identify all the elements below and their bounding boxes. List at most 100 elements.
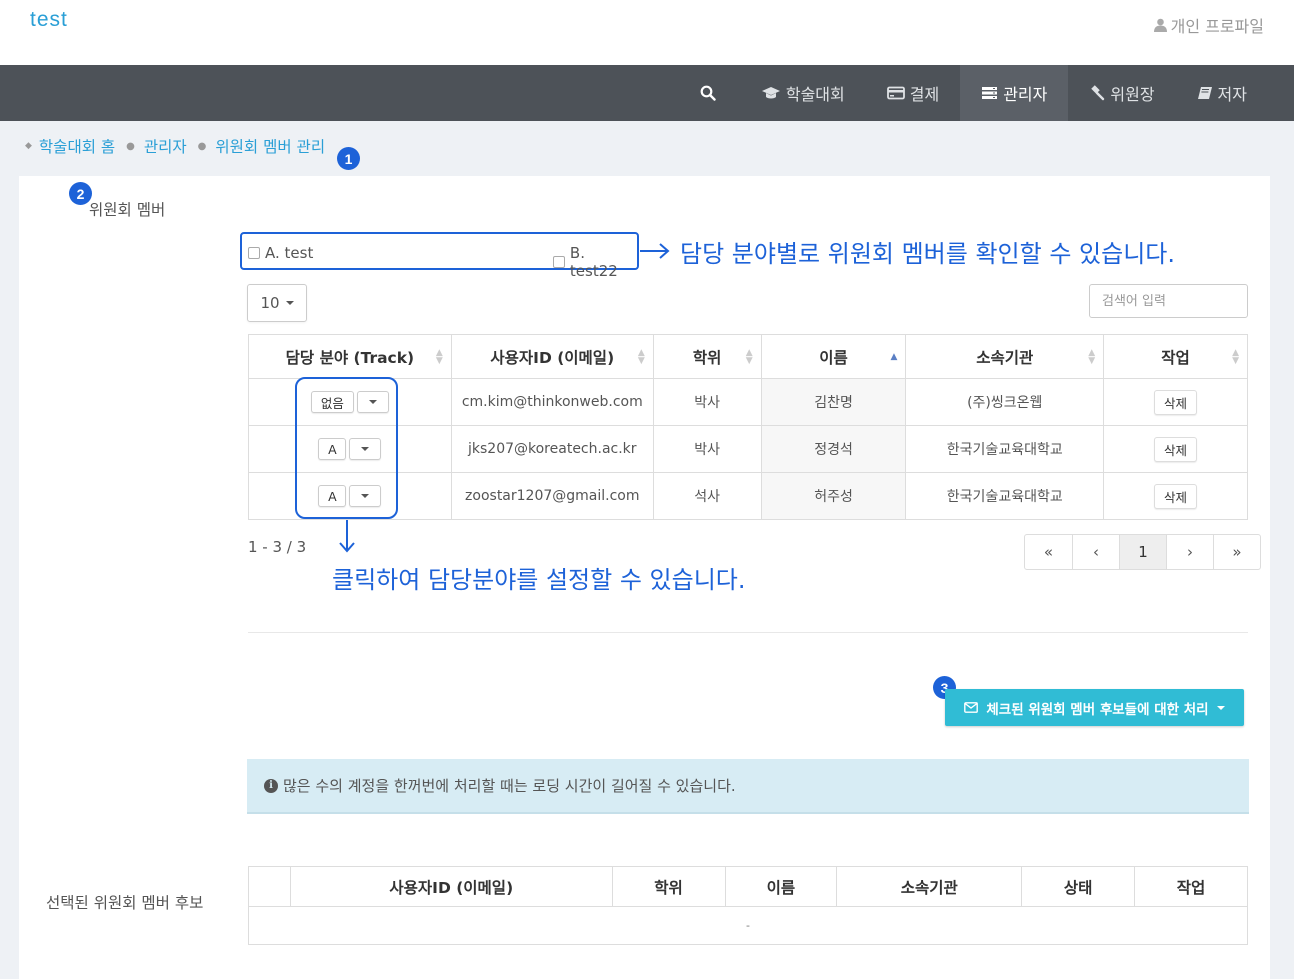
track-cell: A xyxy=(248,472,452,520)
delete-button[interactable]: 삭제 xyxy=(1154,436,1198,462)
sort-icon: ▲ ▼ xyxy=(435,347,443,366)
track-value-button[interactable]: A xyxy=(318,485,347,507)
caret-down-icon xyxy=(361,494,370,498)
nav-author-label: 저자 xyxy=(1217,85,1247,104)
breadcrumb-separator: ● xyxy=(197,140,207,152)
search-input[interactable] xyxy=(1089,284,1248,318)
track-value-button[interactable]: A xyxy=(318,438,347,460)
degree-cell: 박사 xyxy=(652,425,762,473)
column-header-email[interactable]: 사용자ID (이메일) ▲ ▼ xyxy=(450,334,654,379)
page-last-button[interactable]: » xyxy=(1213,535,1260,569)
page-next-button[interactable]: › xyxy=(1166,535,1213,569)
breadcrumb-home[interactable]: 학술대회 홈 xyxy=(39,135,115,157)
candidates-table: 사용자ID (이메일) 학위 이름 소속기관 상태 작업 - xyxy=(248,866,1248,945)
nav-conference[interactable]: 학술대회 xyxy=(740,65,866,121)
track-dropdown[interactable]: A xyxy=(318,438,382,460)
column-header-label: 이름 xyxy=(819,348,848,367)
sort-icon: ▲ ▼ xyxy=(1232,347,1239,366)
server-icon xyxy=(982,87,998,99)
nav-admin[interactable]: 관리자 xyxy=(960,65,1069,121)
caret-down-icon xyxy=(368,400,377,404)
arrow-down-icon xyxy=(339,520,355,553)
track-checkbox-b[interactable]: B. test22 xyxy=(553,244,637,280)
info-alert-text: 많은 수의 계정을 한꺼번에 처리할 때는 로딩 시간이 길어질 수 있습니다. xyxy=(283,777,736,795)
track-toggle-button[interactable] xyxy=(349,485,382,507)
degree-cell: 석사 xyxy=(652,472,762,520)
nav-admin-label: 관리자 xyxy=(1003,85,1048,104)
column-header-degree[interactable]: 학위 ▲ ▼ xyxy=(652,334,762,379)
info-alert: i 많은 수의 계정을 한꺼번에 처리할 때는 로딩 시간이 길어질 수 있습니… xyxy=(247,759,1249,814)
action-cell: 삭제 xyxy=(1103,378,1248,426)
track-dropdown[interactable]: A xyxy=(318,485,382,507)
org-cell: 한국기술교육대학교 xyxy=(905,472,1105,520)
email-cell: jks207@koreatech.ac.kr xyxy=(450,425,654,473)
column-header-name[interactable]: 이름 ▲ xyxy=(760,334,907,379)
envelope-icon xyxy=(964,702,979,713)
column-header-label: 학위 xyxy=(692,348,722,367)
delete-button[interactable]: 삭제 xyxy=(1154,389,1198,415)
checkbox-box[interactable] xyxy=(553,256,565,268)
main-navbar: 학술대회 결제 관리자 위원장 저자 xyxy=(0,65,1294,121)
profile-label: 개인 프로파일 xyxy=(1170,17,1264,36)
track-value-button[interactable]: 없음 xyxy=(310,391,354,413)
column-header-degree: 학위 xyxy=(611,866,726,907)
page-prev-button[interactable]: ‹ xyxy=(1072,535,1119,569)
column-header-label: 사용자ID (이메일) xyxy=(490,348,615,367)
brand-logo[interactable]: test xyxy=(30,8,68,32)
name-cell: 허주성 xyxy=(760,472,907,520)
nav-chair[interactable]: 위원장 xyxy=(1068,65,1175,121)
page-first-button[interactable]: « xyxy=(1025,535,1072,569)
column-header-track[interactable]: 담당 분야 (Track) ▲ ▼ xyxy=(248,334,452,379)
nav-conference-label: 학술대회 xyxy=(785,85,845,104)
caret-down-icon xyxy=(285,301,294,305)
pagination: « ‹ 1 › » xyxy=(1024,534,1261,570)
action-cell: 삭제 xyxy=(1103,425,1248,473)
nav-payment-label: 결제 xyxy=(909,85,940,104)
user-icon xyxy=(1153,18,1167,32)
column-header-select xyxy=(248,866,291,907)
breadcrumb-admin[interactable]: 관리자 xyxy=(144,135,187,157)
gavel-icon xyxy=(1091,85,1105,101)
annotation-track-filter: 담당 분야별로 위원회 멤버를 확인할 수 있습니다. xyxy=(680,240,1176,268)
email-cell: cm.kim@thinkonweb.com xyxy=(450,378,654,426)
checkbox-box[interactable] xyxy=(248,247,260,259)
members-table: 담당 분야 (Track) ▲ ▼ 사용자ID (이메일) ▲ ▼ 학위 ▲ ▼ 이름 ▲ 소… xyxy=(248,334,1248,520)
breadcrumb-current[interactable]: 위원회 멤버 관리 xyxy=(215,135,325,157)
graduation-cap-icon xyxy=(761,87,780,99)
track-checkbox-a[interactable]: A. test xyxy=(248,244,313,262)
top-bar: test 개인 프로파일 xyxy=(0,0,1294,65)
track-dropdown[interactable]: 없음 xyxy=(310,391,389,413)
degree-cell: 박사 xyxy=(652,378,762,426)
column-header-label: 담당 분야 (Track) xyxy=(285,348,415,367)
page-size-select[interactable]: 10 xyxy=(247,284,307,322)
track-filter: A. test B. test22 xyxy=(240,232,639,280)
table-row: A jks207@koreatech.ac.kr 박사 정경석 한국기술교육대학… xyxy=(248,425,1248,473)
nav-search[interactable] xyxy=(676,65,740,121)
book-icon xyxy=(1197,87,1212,99)
nav-payment[interactable]: 결제 xyxy=(866,65,960,121)
track-toggle-button[interactable] xyxy=(356,391,389,413)
column-header-email: 사용자ID (이메일) xyxy=(289,866,613,907)
info-icon: i xyxy=(264,778,278,793)
column-header-action[interactable]: 작업 ▲ ▼ xyxy=(1103,334,1248,379)
sort-icon: ▲ ▼ xyxy=(745,347,753,366)
breadcrumb: ◆ 학술대회 홈 ● 관리자 ● 위원회 멤버 관리 xyxy=(25,135,325,157)
column-header-name: 이름 xyxy=(724,866,838,907)
credit-card-icon xyxy=(886,86,905,100)
candidate-action-label: 체크된 위원회 멤버 후보들에 대한 처리 xyxy=(986,701,1209,718)
track-toggle-button[interactable] xyxy=(349,438,382,460)
candidate-action-button[interactable]: 체크된 위원회 멤버 후보들에 대한 처리 xyxy=(945,689,1244,726)
column-header-org[interactable]: 소속기관 ▲ ▼ xyxy=(905,334,1105,379)
home-icon: ◆ xyxy=(25,141,32,151)
empty-row: - xyxy=(248,906,1248,945)
profile-link[interactable]: 개인 프로파일 xyxy=(1153,13,1264,37)
page-1-button[interactable]: 1 xyxy=(1119,535,1166,569)
sort-icon: ▲ ▼ xyxy=(1088,347,1096,366)
delete-button[interactable]: 삭제 xyxy=(1154,483,1198,509)
nav-author[interactable]: 저자 xyxy=(1176,65,1268,121)
caret-down-icon xyxy=(1216,705,1225,710)
org-cell: 한국기술교육대학교 xyxy=(905,425,1105,473)
table-row: A zoostar1207@gmail.com 석사 허주성 한국기술교육대학교… xyxy=(248,472,1248,520)
column-header-org: 소속기관 xyxy=(836,866,1023,907)
arrow-right-icon xyxy=(640,243,670,259)
